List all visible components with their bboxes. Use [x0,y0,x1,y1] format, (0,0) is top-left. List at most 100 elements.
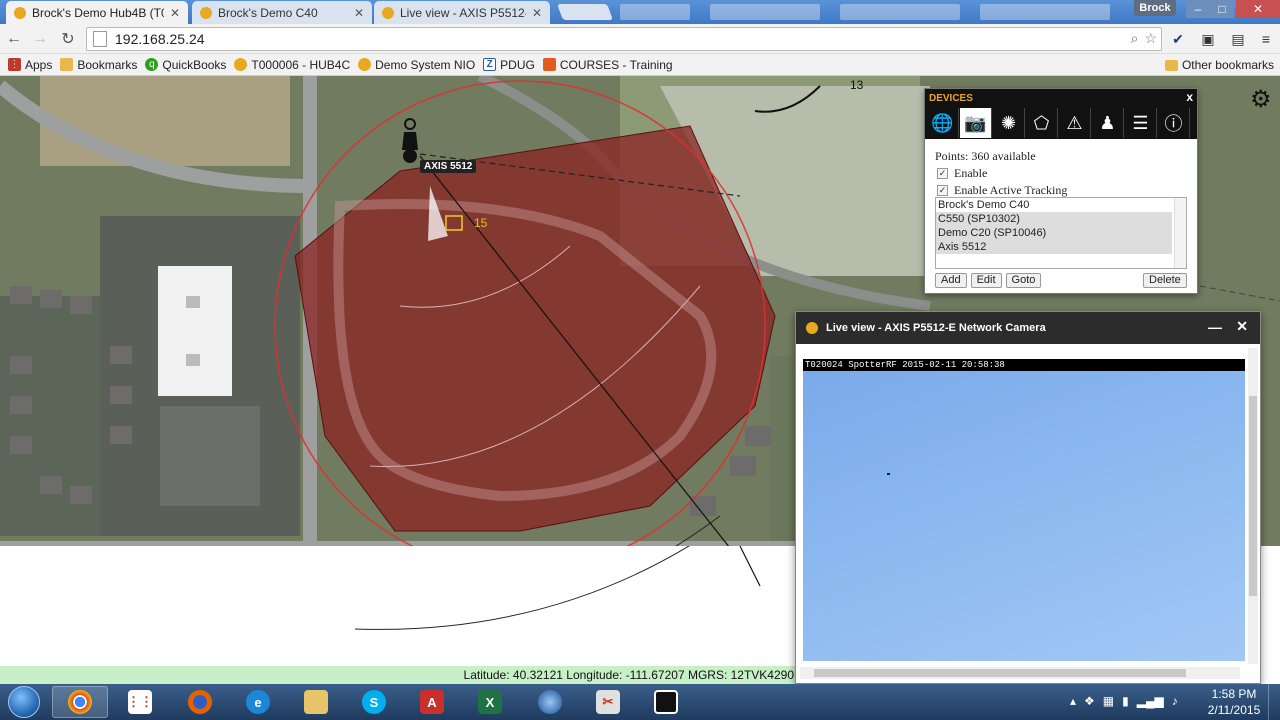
list-item[interactable]: Demo C20 (SP10046) [936,226,1172,240]
apps-tile-icon[interactable]: ⋮⋮ [112,686,168,718]
devices-toolbar: 🌐 📷 ✺ ⬠ ⚠ ♟ ☰ ⓘ [925,107,1197,139]
search-icon[interactable]: ⌕ [1131,30,1139,47]
bookmark-pdug[interactable]: Z PDUG [483,58,535,72]
video-osd: T020024 SpotterRF 2015-02-11 20:58:38 [803,359,1245,371]
window-icon[interactable] [638,686,694,718]
star-icon[interactable]: ☆ [1144,30,1157,47]
skype-icon[interactable]: S [346,686,402,718]
extension-list-icon[interactable]: ▤ [1228,29,1248,49]
bookmark-hub4c[interactable]: T000006 - HUB4C [234,58,350,72]
camera-icon[interactable]: 📷 [960,108,992,138]
new-tab-button[interactable] [557,4,613,20]
user-icon[interactable]: ♟ [1092,108,1124,138]
gear-icon[interactable]: ⚙ [1250,88,1274,112]
maximize-icon[interactable]: □ [1210,0,1234,18]
info-icon[interactable]: ⓘ [1158,108,1190,138]
extension-window-icon[interactable]: ▣ [1198,29,1218,49]
beacon-icon[interactable]: ✺ [993,108,1025,138]
tab-c40[interactable]: Brock's Demo C40 ✕ [192,1,372,24]
add-button[interactable]: Add [935,273,967,288]
bookmark-demo-nio[interactable]: Demo System NIO [358,58,475,72]
list-item[interactable]: Axis 5512 [936,240,1172,254]
ie-icon[interactable]: e [230,686,286,718]
volume-icon[interactable]: ♪ [1172,694,1178,708]
chrome-icon[interactable] [52,686,108,718]
snipping-icon[interactable]: ✂ [580,686,636,718]
live-view-titlebar[interactable]: Live view - AXIS P5512-E Network Camera … [796,312,1260,344]
delete-button[interactable]: Delete [1143,273,1187,288]
acrobat-icon[interactable]: A [404,686,460,718]
tab-label: Brock's Demo Hub4B (T00 [32,5,164,20]
spotter-icon [806,322,818,334]
close-icon[interactable]: ✕ [532,6,542,20]
tab-label: Brock's Demo C40 [218,5,318,20]
windows-orb-icon [8,686,40,718]
drone-dot [887,473,890,475]
network-tray-icon[interactable]: ▦ [1103,694,1114,708]
edit-button[interactable]: Edit [970,273,1002,288]
enable-checkbox[interactable]: ✓ Enable [937,166,1197,181]
minimize-icon[interactable]: – [1186,0,1210,18]
close-window-icon[interactable]: ✕ [1236,0,1280,18]
scrollbar-thumb[interactable] [814,669,1186,677]
other-bookmarks[interactable]: Other bookmarks [1164,58,1274,72]
start-button[interactable] [4,685,44,719]
battery-icon[interactable]: ▮ [1122,694,1129,708]
profile-badge[interactable]: Brock [1134,0,1176,16]
map-overlay-lower [354,546,761,630]
sliders-icon[interactable]: ☰ [1125,108,1157,138]
checkbox-icon[interactable]: ✓ [937,168,948,179]
checkbox-icon[interactable]: ✓ [937,185,948,196]
live-view-window: Live view - AXIS P5512-E Network Camera … [795,311,1261,684]
device-list[interactable]: Brock's Demo C40 C550 (SP10302) Demo C20… [935,197,1187,269]
globe-app-icon[interactable] [522,686,578,718]
close-icon[interactable]: ✕ [354,6,364,20]
devices-title: DEVICES [929,92,973,104]
menu-icon[interactable]: ≡ [1256,29,1276,49]
url-text: 192.168.25.24 [115,31,205,47]
close-icon[interactable]: ✕ [1236,318,1248,335]
devices-panel: DEVICES x 🌐 📷 ✺ ⬠ ⚠ ♟ ☰ ⓘ Points: 360 av… [924,88,1198,294]
list-scrollbar[interactable] [1174,198,1186,268]
bookmark-apps[interactable]: ⋮ Apps [8,58,52,72]
scrollbar-thumb[interactable] [1249,396,1257,596]
bookmark-label: Other bookmarks [1181,58,1274,72]
address-bar[interactable]: 192.168.25.24 ⌕ ☆ [86,27,1162,51]
bookmark-courses[interactable]: COURSES - Training [542,58,673,72]
tracking-checkbox[interactable]: ✓ Enable Active Tracking [937,183,1197,198]
explorer-icon[interactable] [288,686,344,718]
tab-hub4b[interactable]: Brock's Demo Hub4B (T00 ✕ [6,1,188,24]
track-number: 15 [474,216,488,230]
horizontal-scrollbar[interactable] [800,667,1240,679]
vertical-scrollbar[interactable] [1248,348,1258,664]
spotter-icon [382,6,394,19]
clock[interactable]: 1:58 PM 2/11/2015 [1204,686,1264,718]
signal-icon[interactable]: ▂▄▆ [1137,694,1164,708]
extension-check-icon[interactable]: ✔ [1168,29,1188,49]
forward-arrow-icon[interactable]: → [30,29,50,49]
show-desktop-button[interactable] [1268,684,1280,720]
excel-icon[interactable]: X [462,686,518,718]
goto-button[interactable]: Goto [1005,273,1042,288]
reload-icon[interactable]: ↻ [58,29,78,49]
close-icon[interactable]: x [1186,90,1193,104]
back-arrow-icon[interactable]: ← [4,29,24,49]
close-icon[interactable]: ✕ [170,6,180,20]
tab-live-view[interactable]: Live view - AXIS P5512-E N ✕ [374,1,550,24]
bookmark-quickbooks[interactable]: q QuickBooks [145,58,226,72]
minimize-icon[interactable]: — [1208,319,1222,335]
zone-icon[interactable]: ⬠ [1026,108,1058,138]
camera-video[interactable]: T020024 SpotterRF 2015-02-11 20:58:38 [803,359,1245,661]
tray-arrow-icon[interactable]: ▴ [1070,694,1076,708]
list-item[interactable]: C550 (SP10302) [936,212,1172,226]
page-icon [93,31,107,47]
alert-icon[interactable]: ⚠ [1059,108,1091,138]
firefox-icon[interactable] [172,686,228,718]
list-item[interactable]: Brock's Demo C40 [936,198,1172,212]
bookmark-bookmarks[interactable]: Bookmarks [60,58,137,72]
bookmark-icon [542,58,556,71]
camera-label[interactable]: AXIS 5512 [420,160,477,173]
globe-icon[interactable]: 🌐 [927,108,959,138]
spotter-icon [200,6,212,19]
dropbox-icon[interactable]: ❖ [1084,694,1095,708]
